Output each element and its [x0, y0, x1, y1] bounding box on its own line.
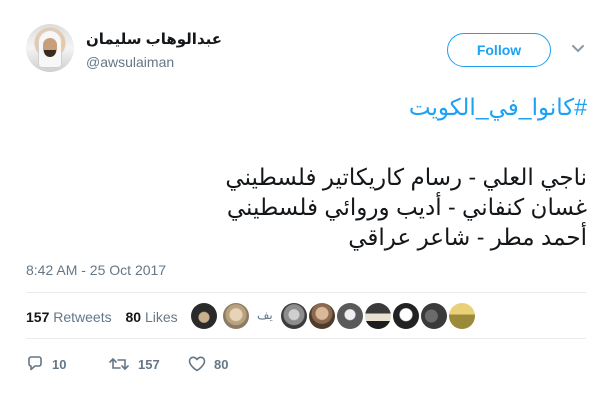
divider: [26, 338, 586, 339]
liker-avatar-1[interactable]: [191, 303, 217, 329]
liker-avatar-6[interactable]: [365, 303, 391, 329]
like-action[interactable]: 80: [188, 356, 228, 372]
reply-count: 10: [52, 356, 67, 372]
tweet-line: ناجي العلي - رسام كاريكاتير فلسطيني: [225, 164, 587, 190]
likes-count[interactable]: 80: [126, 309, 142, 325]
tweet-timestamp[interactable]: 8:42 AM - 25 Oct 2017: [26, 262, 166, 278]
liker-avatar-2[interactable]: [223, 303, 249, 329]
retweets-count[interactable]: 157: [26, 309, 49, 325]
tweet-line: غسان كنفاني - أديب وروائي فلسطيني: [226, 194, 587, 220]
likes-label[interactable]: Likes: [145, 309, 178, 325]
divider: [26, 292, 586, 293]
like-count: 80: [214, 356, 229, 372]
tweet-hashtag[interactable]: #كانوا_في_الكويت: [27, 92, 587, 122]
author-display-name[interactable]: عبدالوهاب سليمان: [86, 30, 222, 48]
reply-icon: [28, 356, 42, 371]
retweet-icon: [109, 358, 129, 370]
liker-avatar-7[interactable]: [393, 303, 419, 329]
liker-avatar-9[interactable]: [449, 303, 475, 329]
liker-avatar-8[interactable]: [421, 303, 447, 329]
liker-text-avatar[interactable]: يف: [257, 308, 273, 322]
author-avatar[interactable]: [26, 24, 74, 72]
liker-avatar-5[interactable]: [337, 303, 363, 329]
retweet-count: 157: [138, 356, 160, 372]
heart-icon: [188, 356, 206, 372]
follow-button[interactable]: Follow: [447, 33, 551, 67]
reply-action[interactable]: 10: [26, 356, 66, 372]
chevron-down-icon[interactable]: [571, 44, 585, 54]
retweets-label[interactable]: Retweets: [53, 309, 111, 325]
tweet-stats: 157 Retweets 80 Likes: [26, 309, 178, 325]
author-handle[interactable]: @awsulaiman: [86, 54, 174, 70]
liker-avatar-4[interactable]: [309, 303, 335, 329]
tweet-text: #كانوا_في_الكويت ناجي العلي - رسام كاريك…: [27, 92, 587, 252]
tweet-line: أحمد مطر - شاعر عراقي: [348, 224, 587, 250]
retweet-action[interactable]: 157: [108, 356, 160, 372]
liker-avatar-3[interactable]: [281, 303, 307, 329]
